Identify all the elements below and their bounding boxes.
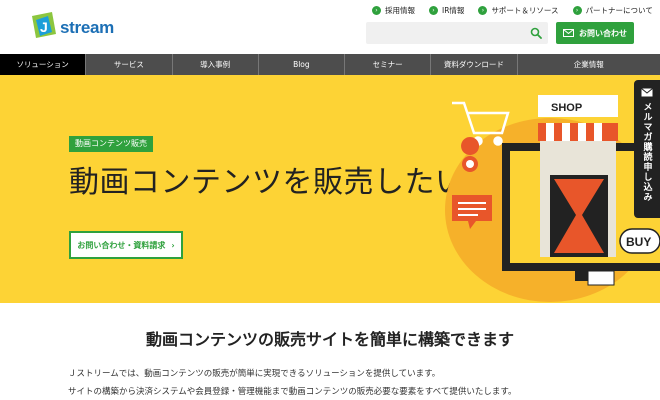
contact-button-label: お問い合わせ — [579, 28, 627, 38]
hero-title: 動画コンテンツを販売したい — [69, 165, 466, 200]
nav-item-solution[interactable]: ソリューション — [0, 54, 87, 75]
intro-line: サイトの構築から決済システムや会員登録・管理機能まで動画コンテンツの販売必要な要… — [68, 387, 517, 397]
util-link-support[interactable]: › サポート＆リソース — [478, 5, 559, 16]
section-title: 動画コンテンツの販売サイトを簡単に構築できます — [145, 330, 514, 349]
mail-icon — [641, 88, 653, 97]
jstream-logo[interactable]: J stream — [30, 10, 114, 44]
buy-bubble: BUY — [619, 228, 660, 254]
nav-item-service[interactable]: サービス — [86, 54, 173, 75]
newsletter-tab-label: メルマガ購読申し込み — [641, 102, 652, 202]
util-link-ir[interactable]: › IR情報 — [429, 5, 464, 16]
site-header: J stream › 採用情報 › IR情報 › サポート＆リソース › パート… — [0, 0, 660, 54]
shopping-cart-icon — [452, 101, 510, 146]
search-input[interactable] — [366, 22, 548, 44]
util-link-label: IR情報 — [442, 6, 465, 15]
utility-links: › 採用情報 › IR情報 › サポート＆リソース › パートナーについて — [372, 5, 653, 16]
util-link-label: パートナーについて — [585, 6, 653, 15]
nav-item-company[interactable]: 企業情報 — [518, 54, 660, 75]
chevron-right-icon: › — [429, 6, 438, 15]
nav-item-blog[interactable]: Blog — [259, 54, 345, 75]
logo-mark-icon: J — [32, 12, 56, 38]
nav-item-seminar[interactable]: セミナー — [345, 54, 432, 75]
chevron-right-icon: › — [572, 6, 582, 15]
buy-label: BUY — [626, 235, 651, 249]
logo-letter: J — [40, 19, 48, 35]
hero-cta-button[interactable]: お問い合わせ・資料請求 › — [69, 231, 183, 259]
nav-item-download[interactable]: 資料ダウンロード — [431, 54, 518, 75]
mail-icon — [563, 29, 574, 37]
hero-category-badge: 動画コンテンツ販売 — [69, 136, 153, 152]
shop-illustration: SHOP BUY — [445, 95, 660, 302]
util-link-label: サポート＆リソース — [491, 6, 559, 15]
global-nav: ソリューション サービス 導入事例 Blog セミナー 資料ダウンロード 企業情… — [0, 54, 660, 75]
intro-text: Ｊストリームでは、動画コンテンツの販売が簡単に実現できるソリューションを提供して… — [68, 365, 516, 400]
chevron-right-icon: › — [171, 240, 175, 250]
hero-cta-label: お問い合わせ・資料請求 — [77, 240, 166, 250]
util-link-label: 採用情報 — [385, 6, 415, 15]
util-link-partner[interactable]: › パートナーについて — [572, 5, 653, 16]
search-icon[interactable] — [530, 27, 542, 39]
logo-text: stream — [60, 18, 114, 37]
util-link-recruit[interactable]: › 採用情報 — [372, 5, 415, 16]
chevron-right-icon: › — [478, 6, 488, 15]
chevron-right-icon: › — [372, 6, 381, 15]
newsletter-side-tab[interactable]: メルマガ購読申し込み — [634, 80, 660, 218]
contact-button[interactable]: お問い合わせ — [556, 22, 634, 44]
hero-banner: 動画コンテンツ販売 動画コンテンツを販売したい お問い合わせ・資料請求 › SH… — [0, 75, 660, 303]
shop-sign-text: SHOP — [551, 102, 582, 114]
intro-line: Ｊストリームでは、動画コンテンツの販売が簡単に実現できるソリューションを提供して… — [68, 369, 441, 379]
nav-item-cases[interactable]: 導入事例 — [173, 54, 259, 75]
